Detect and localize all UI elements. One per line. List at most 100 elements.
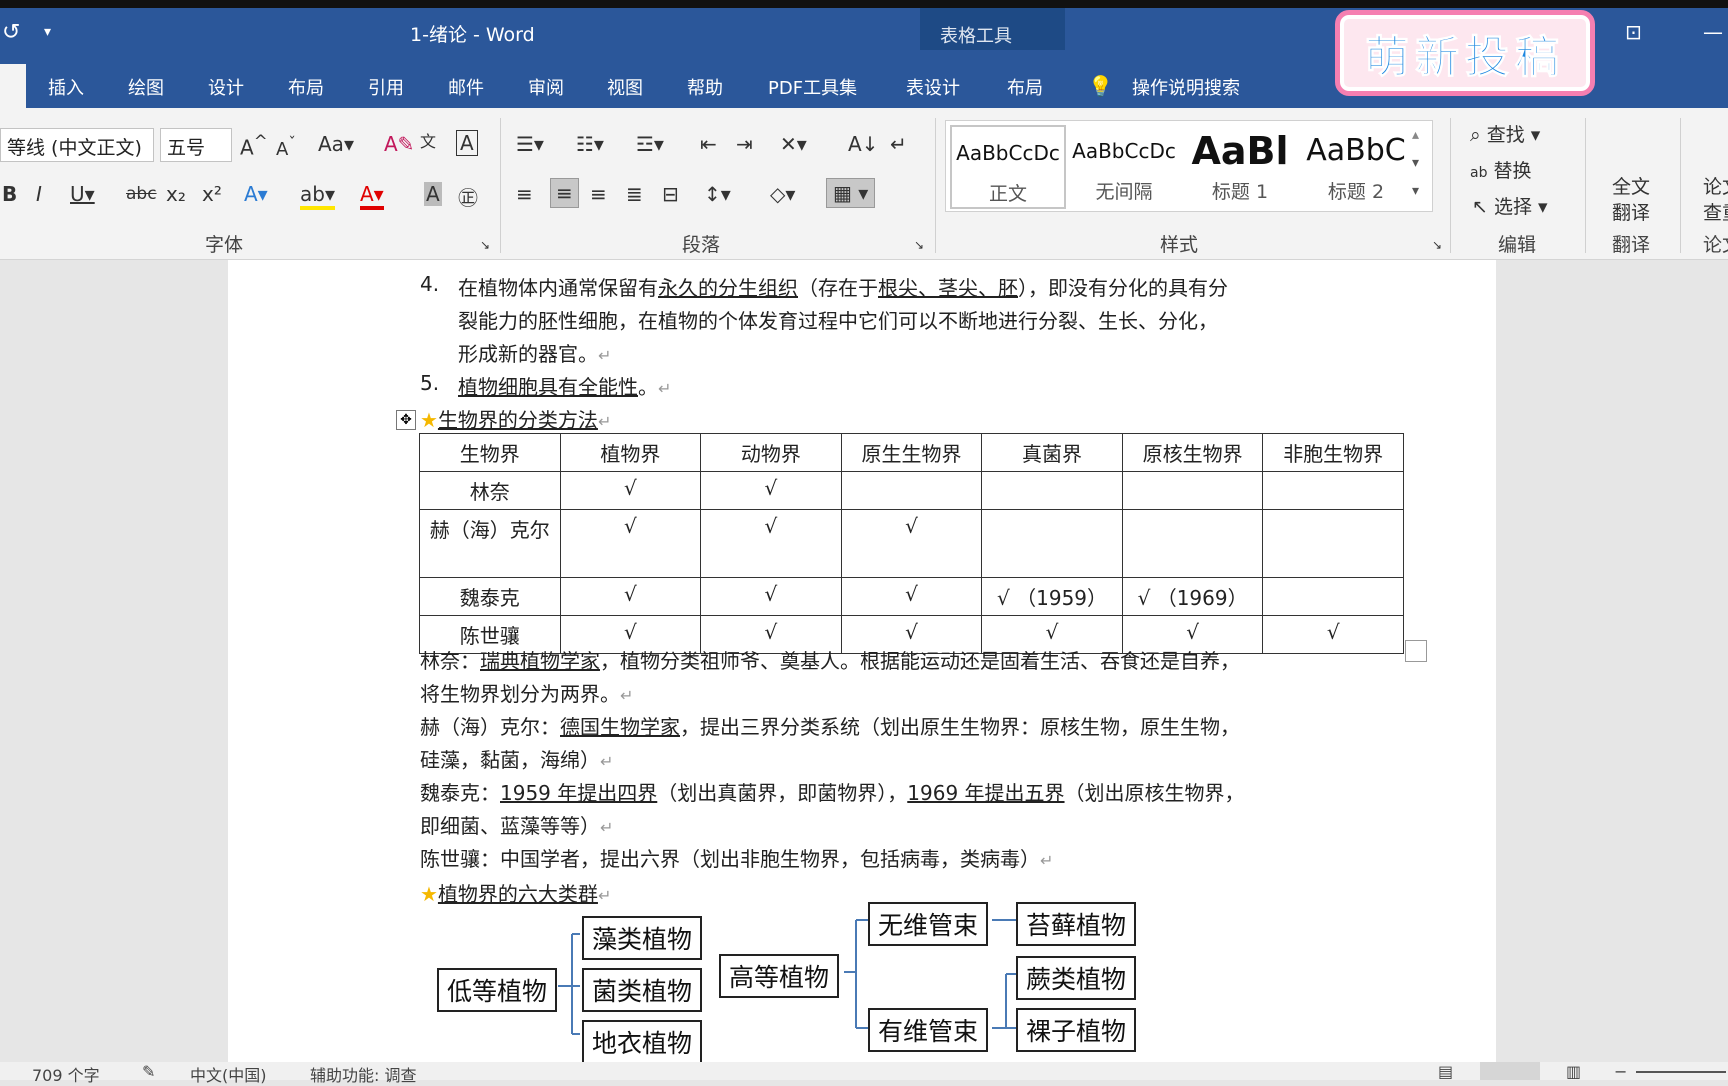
print-layout-icon[interactable] (1480, 1062, 1540, 1080)
tab-table-layout[interactable]: 布局 (1007, 74, 1043, 100)
full-translate-button-2[interactable]: 翻译 (1612, 198, 1650, 225)
table-cell[interactable] (1121, 509, 1264, 578)
table-move-handle-icon[interactable]: ✥ (396, 410, 416, 430)
replace-button[interactable]: ab 替换 (1470, 156, 1532, 183)
table-cell[interactable]: 赫（海）克尔 (419, 509, 561, 578)
tab-help[interactable]: 帮助 (687, 74, 723, 100)
table-cell[interactable]: √ （1959） (981, 577, 1123, 616)
table-header-cell[interactable]: 动物界 (700, 433, 842, 472)
table-cell[interactable]: √ (700, 577, 842, 616)
font-color-icon[interactable]: A▾ (360, 182, 384, 210)
bold-icon[interactable]: B (2, 182, 17, 206)
table-cell[interactable] (1262, 471, 1404, 510)
tab-pdf-tools[interactable]: PDF工具集 (768, 74, 857, 100)
increase-indent-icon[interactable]: ⇥ (736, 132, 753, 156)
box-algae[interactable]: 藻类植物 (582, 916, 703, 960)
word-count[interactable]: 709 个字 (32, 1062, 100, 1086)
grow-font-icon[interactable]: A^ (240, 132, 268, 160)
table-header-cell[interactable]: 非胞生物界 (1262, 433, 1404, 472)
read-mode-icon[interactable]: ▤ (1438, 1062, 1453, 1081)
paper-check-button[interactable]: 论文 (1703, 172, 1728, 199)
table-cell[interactable]: √ (1262, 615, 1404, 654)
find-button[interactable]: ⌕ 查找 ▾ (1470, 120, 1540, 147)
superscript-icon[interactable]: x² (202, 182, 222, 206)
table-cell[interactable]: √ (700, 471, 842, 510)
kingdom-table[interactable]: 生物界 植物界 动物界 原生生物界 真菌界 原核生物界 非胞生物界 林奈 √ √… (419, 433, 1404, 654)
accessibility-status[interactable]: 辅助功能: 调查 (310, 1062, 416, 1086)
char-shading-icon[interactable]: A (424, 182, 442, 206)
table-cell[interactable] (981, 471, 1123, 510)
style-heading2[interactable]: AaBbC 标题 2 (1298, 125, 1414, 209)
qat-dropdown-icon[interactable]: ▾ (44, 24, 51, 40)
table-header-cell[interactable]: 生物界 (419, 433, 561, 472)
font-dialog-launcher-icon[interactable]: ↘ (480, 238, 490, 252)
zoom-slider[interactable] (1636, 1071, 1726, 1073)
table-cell[interactable]: √ (559, 577, 702, 616)
table-cell[interactable]: √ (559, 509, 702, 578)
table-cell[interactable] (981, 509, 1123, 578)
justify-icon[interactable]: ≣ (626, 182, 643, 206)
align-center-icon[interactable]: ≡ (550, 178, 579, 208)
underline-icon[interactable]: U▾ (70, 182, 95, 206)
multilevel-list-icon[interactable]: ☲▾ (636, 132, 664, 156)
line-spacing-icon[interactable]: ↕▾ (704, 182, 731, 206)
box-gymnosperms[interactable]: 裸子植物 (1016, 1008, 1137, 1052)
undo-icon[interactable]: ↺ (2, 20, 20, 45)
align-left-icon[interactable]: ≡ (516, 182, 533, 206)
table-cell[interactable] (1262, 509, 1404, 578)
box-fungi[interactable]: 菌类植物 (582, 968, 703, 1012)
tell-me-search[interactable]: 操作说明搜索 (1132, 74, 1240, 100)
sort-icon[interactable]: A↓ (848, 132, 878, 156)
numbering-icon[interactable]: ☷▾ (576, 132, 604, 156)
shrink-font-icon[interactable]: Aˇ (276, 134, 296, 160)
tab-review[interactable]: 审阅 (528, 74, 564, 100)
box-mosses[interactable]: 苔藓植物 (1016, 902, 1137, 946)
char-border-icon[interactable]: A (456, 130, 478, 156)
tab-table-design[interactable]: 表设计 (906, 74, 960, 100)
text-effects-icon[interactable]: A▾ (244, 182, 268, 206)
tab-layout[interactable]: 布局 (288, 74, 324, 100)
box-lower-plants[interactable]: 低等植物 (437, 968, 558, 1012)
table-cell[interactable] (1121, 471, 1264, 510)
web-layout-icon[interactable]: ▥ (1566, 1062, 1581, 1081)
italic-icon[interactable]: I (36, 182, 42, 206)
box-higher-plants[interactable]: 高等植物 (719, 954, 840, 998)
distribute-icon[interactable]: ⊟ (662, 182, 679, 206)
table-header-cell[interactable]: 原核生物界 (1121, 433, 1264, 472)
tab-mailings[interactable]: 邮件 (448, 74, 484, 100)
font-name-combo[interactable]: 等线 (中文正文) (0, 128, 154, 162)
table-cell[interactable]: √ （1969） (1121, 577, 1264, 616)
table-cell[interactable]: √ (840, 577, 983, 616)
tab-view[interactable]: 视图 (607, 74, 643, 100)
table-cell[interactable]: 魏泰克 (419, 577, 561, 616)
show-marks-icon[interactable]: ↵ (890, 132, 907, 156)
table-cell[interactable]: √ (700, 509, 842, 578)
table-cell[interactable] (1262, 577, 1404, 616)
paragraph-dialog-launcher-icon[interactable]: ↘ (914, 238, 924, 252)
full-translate-button[interactable]: 全文 (1612, 172, 1650, 199)
proofing-icon[interactable]: ✎ (142, 1062, 155, 1081)
select-button[interactable]: ↖ 选择 ▾ (1472, 192, 1548, 219)
phonetic-guide-icon[interactable]: 文 (420, 128, 436, 152)
style-normal[interactable]: AaBbCcDc 正文 (950, 125, 1066, 209)
tab-design[interactable]: 设计 (208, 74, 244, 100)
decrease-indent-icon[interactable]: ⇤ (700, 132, 717, 156)
table-header-cell[interactable]: 植物界 (559, 433, 702, 472)
table-cell[interactable]: √ (559, 471, 702, 510)
align-right-icon[interactable]: ≡ (590, 182, 607, 206)
tab-home-active[interactable] (0, 64, 26, 108)
box-lichen[interactable]: 地衣植物 (582, 1020, 703, 1064)
table-cell[interactable]: √ (840, 509, 983, 578)
highlight-icon[interactable]: ab▾ (300, 182, 335, 210)
borders-icon[interactable]: ▦ ▾ (826, 178, 876, 208)
box-ferns[interactable]: 蕨类植物 (1016, 956, 1137, 1000)
strikethrough-icon[interactable]: abc (126, 184, 157, 204)
styles-scroll-up-icon[interactable]: ▴ (1412, 127, 1419, 143)
font-size-combo[interactable]: 五号 (160, 128, 232, 162)
style-no-spacing[interactable]: AaBbCcDc 无间隔 (1066, 125, 1182, 209)
asian-layout-icon[interactable]: ✕▾ (780, 132, 807, 156)
table-cell[interactable]: 林奈 (419, 471, 561, 510)
styles-dialog-launcher-icon[interactable]: ↘ (1432, 238, 1442, 252)
table-header-cell[interactable]: 原生生物界 (840, 433, 983, 472)
styles-more-icon[interactable]: ▾ (1412, 183, 1419, 199)
